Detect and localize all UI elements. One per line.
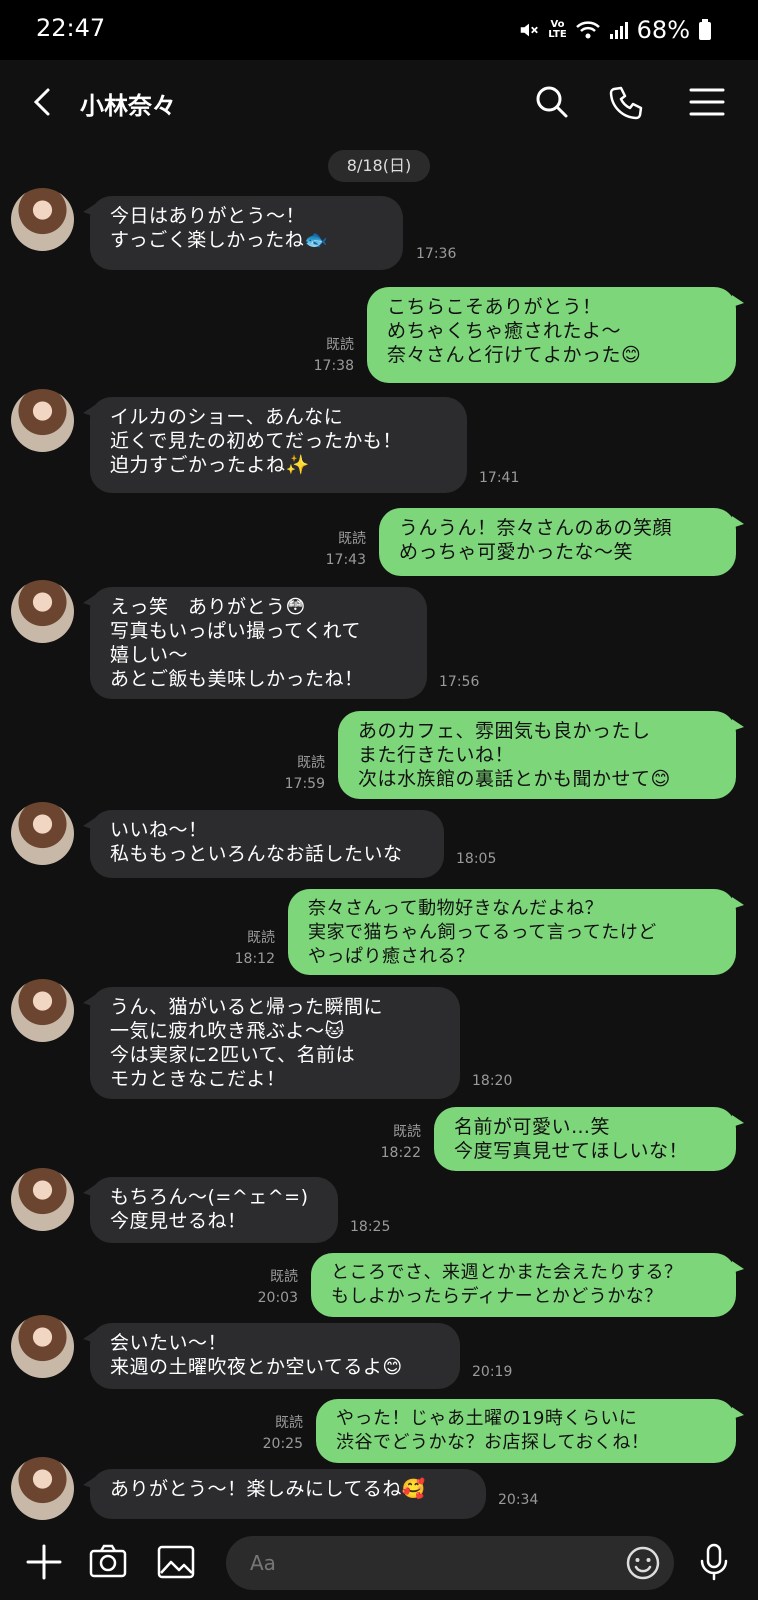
read-receipt: 既読 xyxy=(270,1269,298,1285)
message-bubble-incoming[interactable]: えっ笑 ありがとう😳 写真もいっぱい撮ってくれて 嬉しい〜 あとご飯も美味しかっ… xyxy=(83,587,427,699)
message-bubble-outgoing[interactable]: うんうん！奈々さんのあの笑顔 めっちゃ可愛かったな〜笑 xyxy=(379,508,744,576)
message-bubble-outgoing[interactable]: こちらこそありがとう！ めちゃくちゃ癒されたよ〜 奈々さんと行けてよかった😊 xyxy=(367,287,744,383)
read-receipt: 既読 xyxy=(275,1415,303,1431)
status-time: 22:47 xyxy=(36,14,106,42)
date-separator: 8/18(日) xyxy=(328,150,430,182)
signal-icon xyxy=(609,22,628,39)
microphone-icon[interactable] xyxy=(692,1540,736,1584)
menu-icon[interactable] xyxy=(685,80,729,124)
volte-icon: Vo LTE xyxy=(548,19,567,40)
message-bubble-incoming[interactable]: イルカのショー、あんなに 近くで見たの初めてだったかも！ 迫力すごかったよね✨ xyxy=(83,397,467,493)
message-time: 20:19 xyxy=(472,1364,513,1380)
back-arrow-icon[interactable] xyxy=(24,82,64,122)
message-bubble-outgoing[interactable]: 奈々さんって動物好きなんだよね？ 実家で猫ちゃん飼ってるって言ってたけど やっぱ… xyxy=(288,889,744,975)
message-bubble-outgoing[interactable]: やった！じゃあ土曜の19時くらいに 渋谷でどうかな？お店探しておくね！ xyxy=(316,1399,744,1463)
avatar[interactable] xyxy=(11,1315,74,1378)
read-receipt: 既読 xyxy=(247,930,275,946)
message-time: 17:38 xyxy=(313,358,354,374)
status-icons: Vo LTE 68% xyxy=(518,14,712,46)
message-bubble-incoming[interactable]: うん、猫がいると帰った瞬間に 一気に疲れ吹き飛ぶよ〜🐱 今は実家に2匹いて、名前… xyxy=(83,987,460,1099)
message-bubble-incoming[interactable]: 今日はありがとう〜！ すっごく楽しかったね🐟 xyxy=(83,196,403,270)
mute-icon xyxy=(521,23,539,37)
message-time: 18:22 xyxy=(380,1145,421,1161)
message-time: 20:34 xyxy=(498,1492,539,1508)
avatar[interactable] xyxy=(11,188,74,251)
emoji-icon[interactable] xyxy=(624,1544,662,1582)
read-receipt: 既読 xyxy=(393,1124,421,1140)
read-receipt: 既読 xyxy=(326,337,354,353)
message-time: 17:56 xyxy=(439,674,480,690)
message-time: 20:03 xyxy=(257,1290,298,1306)
image-icon[interactable] xyxy=(154,1540,198,1584)
message-bubble-incoming[interactable]: いいね〜！ 私ももっといろんなお話したいな xyxy=(83,810,444,878)
message-time: 17:43 xyxy=(325,552,366,568)
status-bar: 22:47 Vo LTE 68% xyxy=(0,0,758,60)
message-time: 18:20 xyxy=(472,1073,513,1089)
message-bubble-outgoing[interactable]: 名前が可愛い…笑 今度写真見せてほしいな！ xyxy=(434,1107,744,1171)
read-receipt: 既読 xyxy=(338,531,366,547)
avatar[interactable] xyxy=(11,580,74,643)
message-time: 17:59 xyxy=(284,776,325,792)
message-bubble-outgoing[interactable]: あのカフェ、雰囲気も良かったし また行きたいね！ 次は水族館の裏話とかも聞かせて… xyxy=(338,711,744,799)
battery-icon xyxy=(699,19,711,40)
avatar[interactable] xyxy=(11,979,74,1042)
message-input[interactable] xyxy=(250,1536,590,1590)
message-time: 17:41 xyxy=(479,470,520,486)
avatar[interactable] xyxy=(11,389,74,452)
camera-icon[interactable] xyxy=(86,1540,130,1584)
avatar[interactable] xyxy=(11,1457,74,1520)
chat-header: 小林奈々 xyxy=(0,60,758,146)
message-time: 20:25 xyxy=(262,1436,303,1452)
chat-title: 小林奈々 xyxy=(80,92,176,120)
read-receipt: 既読 xyxy=(297,755,325,771)
message-time: 18:25 xyxy=(350,1219,391,1235)
phone-icon[interactable] xyxy=(604,80,648,124)
battery-percent: 68% xyxy=(636,16,690,44)
message-time: 18:05 xyxy=(456,851,497,867)
message-input-container xyxy=(226,1536,674,1590)
message-time: 17:36 xyxy=(416,246,457,262)
message-bubble-incoming[interactable]: もちろん〜(=^ェ^=) 今度見せるね！ xyxy=(83,1177,338,1243)
message-time: 18:12 xyxy=(234,951,275,967)
message-bubble-outgoing[interactable]: ところでさ、来週とかまた会えたりする？ もしよかったらディナーとかどうかな？ xyxy=(311,1253,744,1317)
plus-icon[interactable] xyxy=(22,1540,66,1584)
message-input-bar xyxy=(0,1526,758,1600)
search-icon[interactable] xyxy=(530,80,574,124)
avatar[interactable] xyxy=(11,1168,74,1231)
message-bubble-incoming[interactable]: ありがとう〜！楽しみにしてるね🥰 xyxy=(83,1469,486,1519)
message-bubble-incoming[interactable]: 会いたい〜！ 来週の土曜吹夜とか空いてるよ😊 xyxy=(83,1323,460,1389)
wifi-icon xyxy=(575,21,600,39)
avatar[interactable] xyxy=(11,802,74,865)
